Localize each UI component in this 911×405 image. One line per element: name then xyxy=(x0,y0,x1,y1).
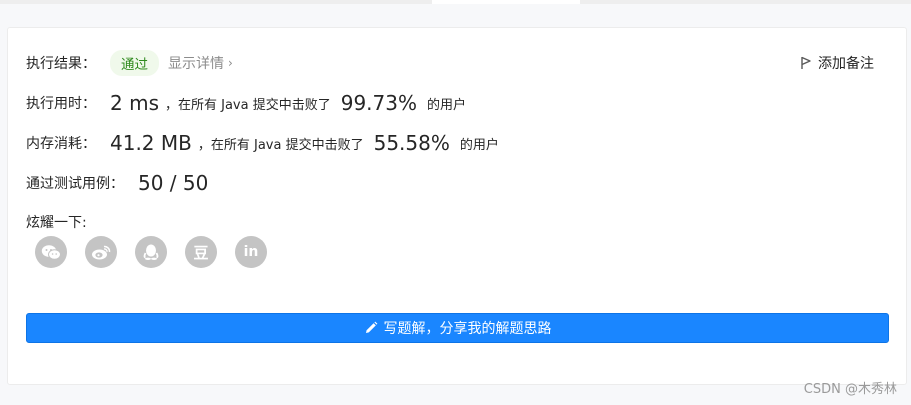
share-icons: 豆 in xyxy=(35,236,285,268)
status-badge: 通过 xyxy=(110,50,159,76)
share-label: 炫耀一下: xyxy=(26,215,87,231)
memory-beat-text: ，在所有 Java 提交中击败了 xyxy=(197,137,364,153)
chevron-right-icon: › xyxy=(228,56,233,70)
runtime-label: 执行用时： xyxy=(26,96,96,112)
linkedin-icon[interactable]: in xyxy=(235,236,267,268)
tests-row: 通过测试用例： 50 / 50 xyxy=(26,171,208,195)
result-row: 执行结果： 通过 显示详情 › xyxy=(26,50,233,76)
show-details-label: 显示详情 xyxy=(168,56,224,72)
runtime-percent: 99.73% xyxy=(340,91,417,115)
runtime-value: 2 ms xyxy=(110,91,159,115)
memory-value: 41.2 MB xyxy=(110,131,192,155)
flag-icon xyxy=(801,56,811,69)
tests-value: 50 / 50 xyxy=(138,171,209,195)
runtime-suffix: 的用户 xyxy=(426,97,466,113)
pencil-icon xyxy=(365,321,377,333)
weibo-icon[interactable] xyxy=(85,236,117,268)
share-row: 炫耀一下: xyxy=(26,212,87,232)
csdn-watermark: CSDN @木秀林 xyxy=(803,382,897,397)
qq-icon[interactable] xyxy=(135,236,167,268)
add-note-label: 添加备注 xyxy=(818,56,874,72)
memory-percent: 55.58% xyxy=(373,131,450,155)
memory-suffix: 的用户 xyxy=(459,137,499,153)
active-tab-indicator xyxy=(432,0,580,4)
wechat-icon[interactable] xyxy=(35,236,67,268)
result-label: 执行结果： xyxy=(26,56,96,72)
memory-label: 内存消耗： xyxy=(26,136,96,152)
write-solution-label: 写题解，分享我的解题思路 xyxy=(383,321,552,337)
douban-icon[interactable]: 豆 xyxy=(185,236,217,268)
show-details-link[interactable]: 显示详情 › xyxy=(168,53,233,73)
runtime-row: 执行用时： 2 ms ，在所有 Java 提交中击败了 99.73% 的用户 xyxy=(26,91,466,115)
write-solution-button[interactable]: 写题解，分享我的解题思路 xyxy=(26,313,889,343)
memory-row: 内存消耗： 41.2 MB ，在所有 Java 提交中击败了 55.58% 的用… xyxy=(26,131,499,155)
add-note-button[interactable]: 添加备注 xyxy=(800,53,874,73)
runtime-beat-text: ，在所有 Java 提交中击败了 xyxy=(164,97,331,113)
tests-label: 通过测试用例： xyxy=(26,176,124,192)
submission-result-card: 执行结果： 通过 显示详情 › 添加备注 执行用时： 2 ms ，在所有 Jav… xyxy=(7,27,907,385)
